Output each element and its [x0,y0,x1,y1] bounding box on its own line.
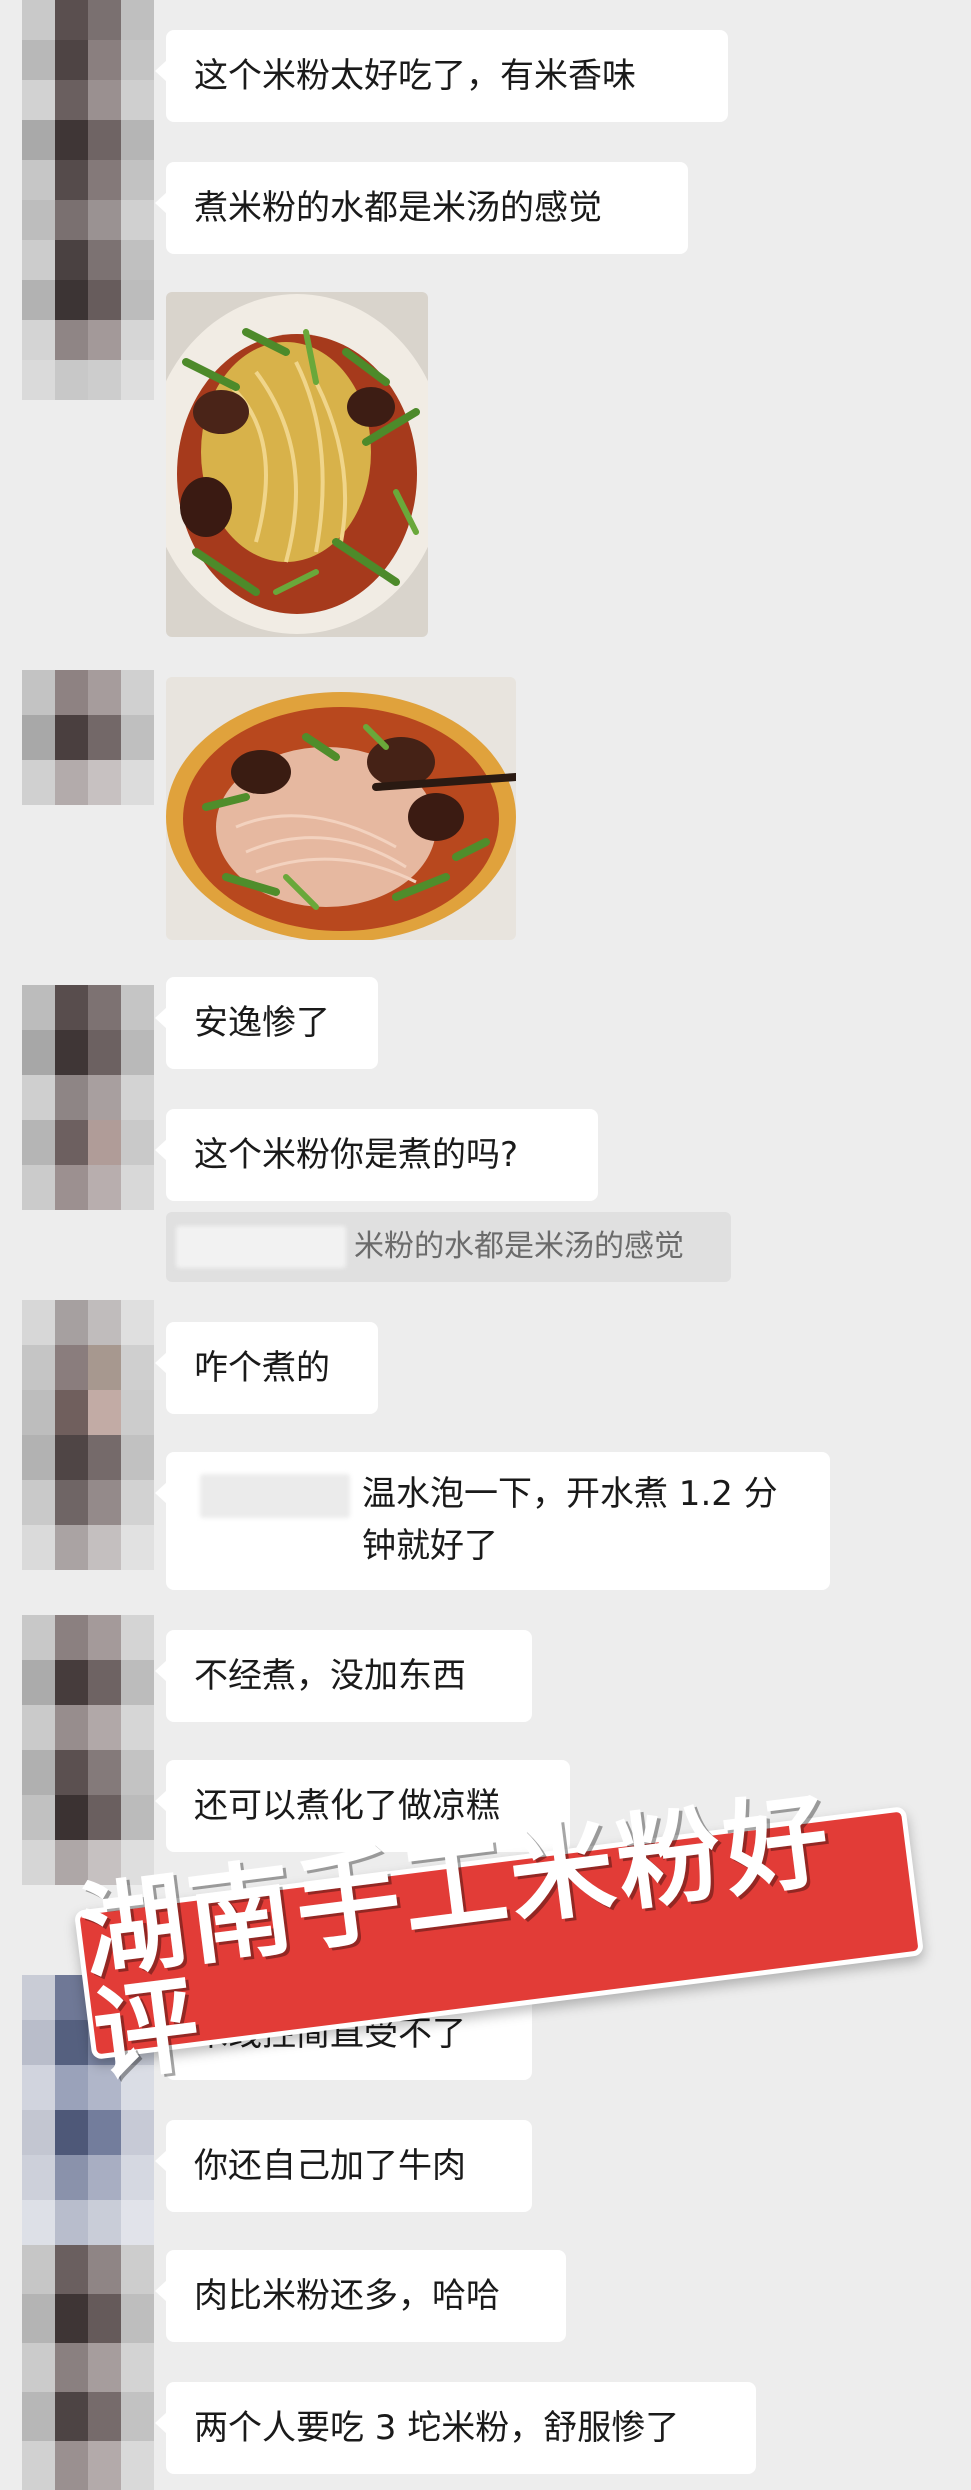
message-bubble[interactable]: 温水泡一下，开水煮 1.2 分钟就好了 [155,1452,830,1590]
message-bubble[interactable]: 你还自己加了牛肉 [155,2120,532,2212]
redacted-name [176,1226,346,1268]
avatar[interactable] [22,1300,154,1570]
avatar[interactable] [22,0,154,400]
quoted-text: 米粉的水都是米汤的感觉 [354,1229,684,1264]
avatar[interactable] [22,2245,154,2490]
avatar[interactable] [22,1615,154,1885]
message-bubble[interactable]: 安逸惨了 [155,977,378,1069]
message-bubble[interactable]: 不经煮，没加东西 [155,1630,532,1722]
chat-window: 这个米粉太好吃了，有米香味 煮米粉的水都是米汤的感觉 安逸惨了 这个米粉你是煮的… [0,0,971,2490]
noodle-photo[interactable] [166,677,516,940]
avatar[interactable] [22,985,154,1210]
avatar[interactable] [22,670,154,805]
noodle-photo[interactable] [166,292,428,637]
message-bubble[interactable]: 这个米粉你是煮的吗? [155,1109,598,1201]
message-bubble[interactable]: 煮米粉的水都是米汤的感觉 [155,162,688,254]
redacted-name [200,1474,350,1518]
message-bubble[interactable]: 这个米粉太好吃了，有米香味 [155,30,728,122]
message-text: 温水泡一下，开水煮 1.2 分钟就好了 [362,1474,778,1566]
rice-noodle-bowl-image [166,677,516,940]
quoted-message[interactable]: 米粉的水都是米汤的感觉 [166,1212,731,1282]
rice-noodle-bowl-image [166,292,428,637]
message-bubble[interactable]: 肉比米粉还多，哈哈 [155,2250,566,2342]
message-bubble[interactable]: 两个人要吃 3 坨米粉，舒服惨了 [155,2382,756,2474]
message-bubble[interactable]: 咋个煮的 [155,1322,378,1414]
